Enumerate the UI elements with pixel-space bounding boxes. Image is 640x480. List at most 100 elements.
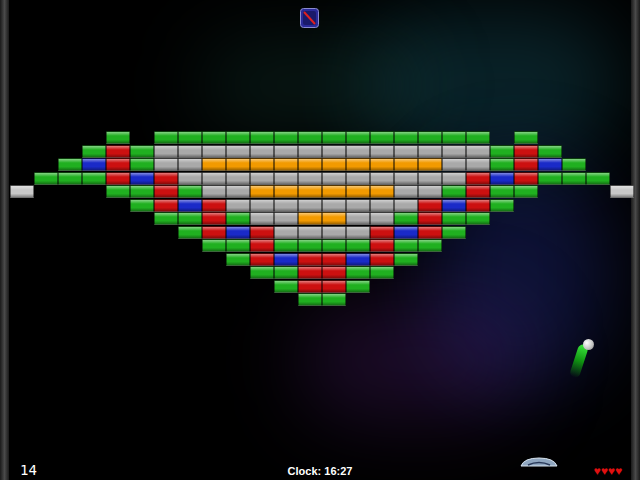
clock: Clock: 16:27: [288, 466, 353, 479]
empty-slot: [514, 293, 538, 306]
brick: [250, 199, 274, 212]
empty-slot: [514, 253, 538, 266]
empty-slot: [538, 239, 562, 252]
brick: [298, 185, 322, 198]
brick: [130, 158, 154, 171]
empty-slot: [394, 280, 418, 293]
empty-slot: [610, 239, 634, 252]
brick: [274, 280, 298, 293]
brick: [322, 131, 346, 144]
empty-slot: [610, 172, 634, 185]
brick: [298, 158, 322, 171]
empty-slot: [82, 253, 106, 266]
paddle[interactable]: [520, 457, 558, 467]
brick: [418, 226, 442, 239]
brick: [322, 239, 346, 252]
empty-slot: [394, 293, 418, 306]
empty-slot: [10, 266, 34, 279]
empty-slot: [130, 280, 154, 293]
empty-slot: [106, 253, 130, 266]
empty-slot: [514, 226, 538, 239]
empty-slot: [490, 266, 514, 279]
empty-slot: [538, 131, 562, 144]
brick: [178, 185, 202, 198]
brick-row: [10, 226, 640, 240]
empty-slot: [154, 239, 178, 252]
brick-row: [10, 212, 640, 226]
brick: [250, 253, 274, 266]
empty-slot: [10, 212, 34, 225]
empty-slot: [538, 280, 562, 293]
empty-slot: [82, 226, 106, 239]
empty-slot: [418, 253, 442, 266]
brick: [202, 226, 226, 239]
empty-slot: [178, 239, 202, 252]
brick-row: [10, 172, 640, 186]
brick: [250, 226, 274, 239]
lives: ♥♥♥♥: [546, 465, 626, 479]
empty-slot: [58, 131, 82, 144]
empty-slot: [442, 266, 466, 279]
brick: [226, 145, 250, 158]
brick: [226, 185, 250, 198]
brick: [274, 145, 298, 158]
brick: [202, 239, 226, 252]
empty-slot: [34, 158, 58, 171]
empty-slot: [202, 253, 226, 266]
brick: [250, 185, 274, 198]
brick: [58, 158, 82, 171]
empty-slot: [562, 199, 586, 212]
brick: [106, 158, 130, 171]
empty-slot: [610, 199, 634, 212]
brick: [346, 131, 370, 144]
empty-slot: [106, 239, 130, 252]
empty-slot: [226, 293, 250, 306]
brick: [274, 172, 298, 185]
empty-slot: [34, 199, 58, 212]
empty-slot: [10, 172, 34, 185]
ball: [583, 339, 594, 350]
brick: [370, 239, 394, 252]
empty-slot: [82, 266, 106, 279]
brick: [322, 226, 346, 239]
brick: [298, 212, 322, 225]
brick: [274, 239, 298, 252]
brick-row: [10, 158, 640, 172]
empty-slot: [10, 293, 34, 306]
empty-slot: [178, 280, 202, 293]
empty-slot: [82, 280, 106, 293]
empty-slot: [58, 226, 82, 239]
brick: [442, 145, 466, 158]
empty-slot: [490, 239, 514, 252]
brick: [418, 185, 442, 198]
brick: [490, 172, 514, 185]
empty-slot: [202, 266, 226, 279]
empty-slot: [490, 280, 514, 293]
background-glow: [300, 300, 530, 420]
empty-slot: [562, 131, 586, 144]
brick: [346, 199, 370, 212]
brick: [298, 239, 322, 252]
empty-slot: [370, 293, 394, 306]
empty-slot: [538, 199, 562, 212]
brick: [178, 212, 202, 225]
brick: [514, 131, 538, 144]
empty-slot: [442, 239, 466, 252]
empty-slot: [466, 239, 490, 252]
brick: [346, 172, 370, 185]
brick: [346, 280, 370, 293]
empty-slot: [466, 293, 490, 306]
empty-slot: [130, 253, 154, 266]
brick: [394, 145, 418, 158]
empty-slot: [586, 266, 610, 279]
brick: [322, 212, 346, 225]
empty-slot: [562, 253, 586, 266]
empty-slot: [418, 293, 442, 306]
empty-slot: [34, 280, 58, 293]
empty-slot: [538, 185, 562, 198]
empty-slot: [34, 293, 58, 306]
empty-slot: [226, 280, 250, 293]
empty-slot: [466, 226, 490, 239]
brick: [106, 145, 130, 158]
brick: [154, 199, 178, 212]
